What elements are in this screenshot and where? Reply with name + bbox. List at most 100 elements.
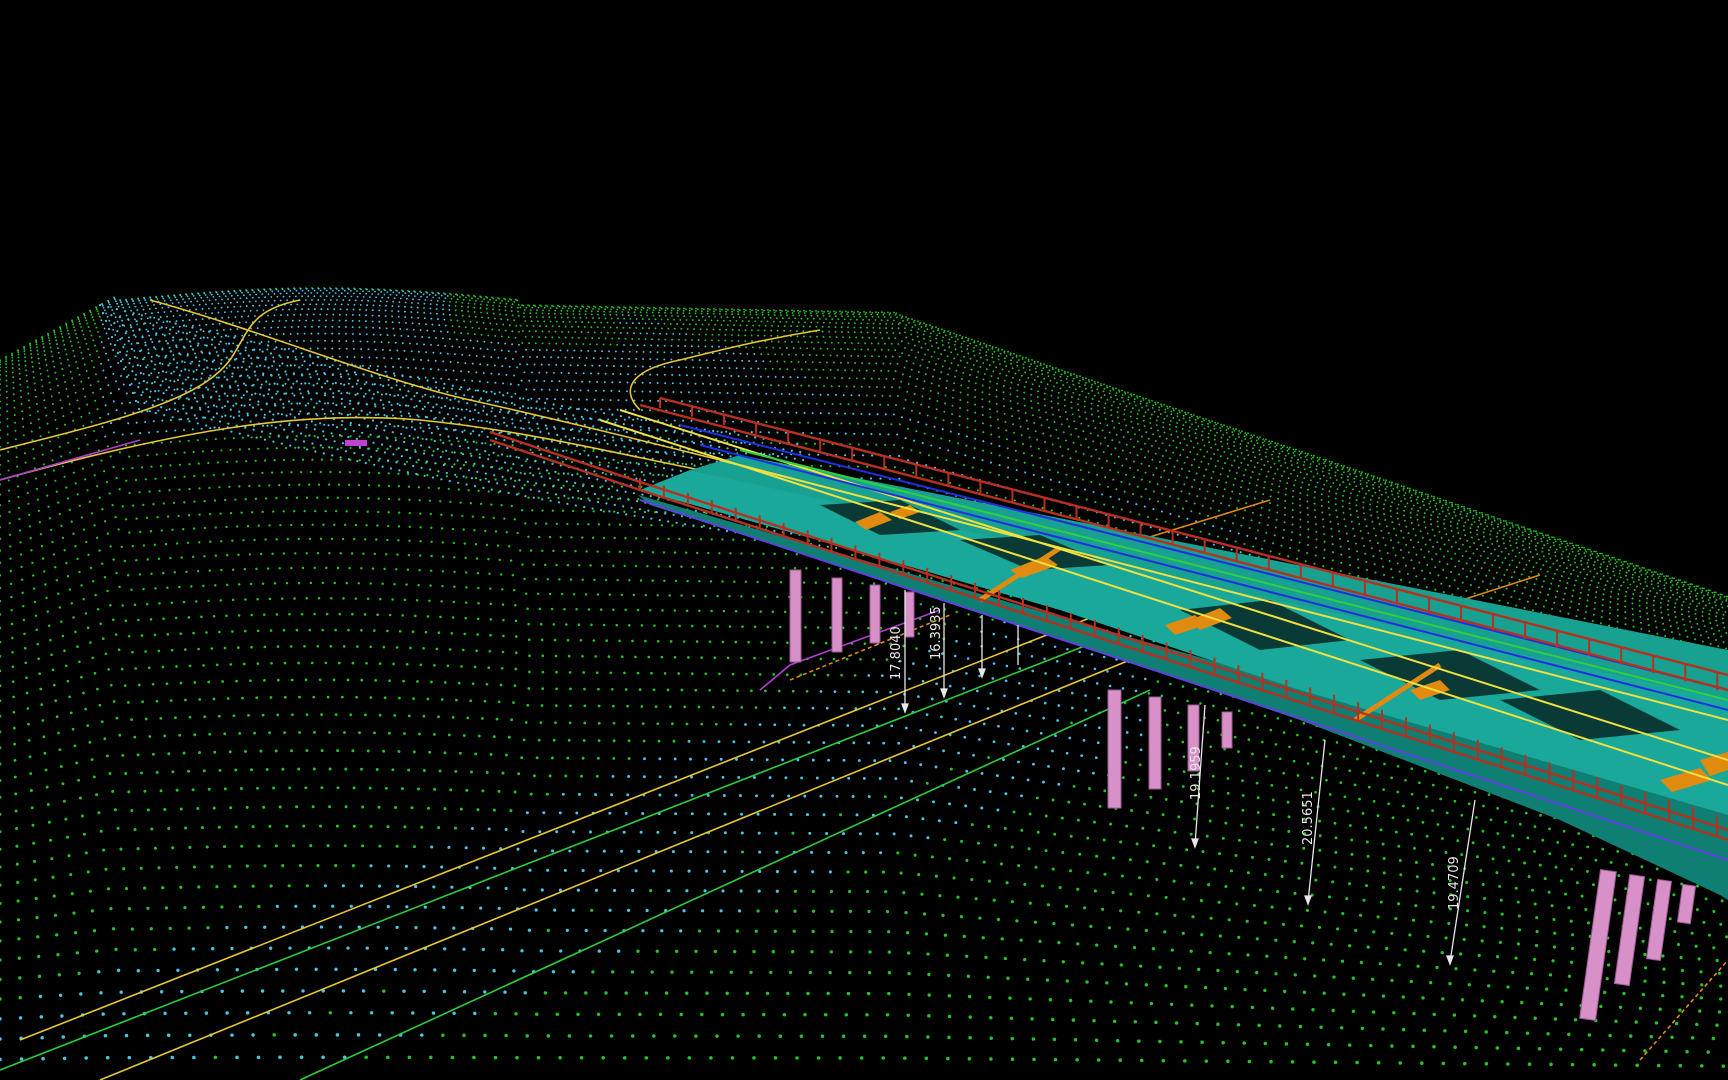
survey-point (1079, 468, 1082, 472)
survey-point (719, 308, 721, 310)
survey-point (1509, 544, 1512, 547)
survey-point (1449, 520, 1452, 523)
survey-point (529, 309, 532, 312)
survey-point (1386, 552, 1389, 555)
survey-point (1585, 605, 1588, 608)
survey-point (504, 305, 507, 308)
survey-point (804, 376, 807, 379)
survey-point (1297, 458, 1300, 461)
survey-point (1384, 488, 1387, 491)
survey-point (1046, 418, 1049, 421)
survey-point (782, 421, 785, 424)
survey-point (1152, 474, 1155, 476)
survey-point (889, 362, 892, 365)
survey-point (1104, 402, 1107, 405)
survey-point (673, 318, 675, 321)
survey-point (1369, 498, 1372, 501)
survey-point (1140, 495, 1143, 498)
survey-point (18, 517, 21, 521)
survey-point (1240, 486, 1242, 489)
survey-point (750, 334, 753, 337)
survey-point (358, 435, 361, 438)
survey-point (1343, 490, 1346, 493)
survey-point (1070, 374, 1072, 377)
survey-point (1209, 429, 1212, 432)
survey-point (890, 423, 893, 426)
survey-point (1539, 532, 1541, 535)
survey-point (1378, 489, 1381, 492)
survey-point (1483, 527, 1486, 530)
survey-point (1340, 476, 1343, 479)
survey-point (158, 489, 161, 493)
survey-point (1429, 571, 1432, 575)
survey-point (1521, 526, 1523, 528)
survey-point (927, 348, 930, 351)
survey-point (1342, 511, 1345, 514)
survey-point (1460, 505, 1463, 508)
survey-point (5, 370, 8, 373)
survey-point (1404, 492, 1407, 494)
survey-point (990, 451, 993, 455)
survey-point (453, 463, 456, 466)
survey-point (1635, 564, 1638, 567)
survey-point (603, 326, 606, 329)
survey-point (524, 320, 527, 322)
survey-point (451, 325, 454, 328)
survey-point (558, 325, 561, 328)
survey-point (995, 395, 998, 398)
survey-point (51, 355, 54, 358)
survey-point (1135, 503, 1138, 506)
survey-point (788, 393, 791, 396)
survey-point (1051, 368, 1054, 371)
survey-point (1489, 537, 1492, 540)
survey-point (826, 376, 829, 379)
3d-viewport[interactable]: 17.8040 16.3935 19.1959 20.5651 19.4709 (0, 0, 1728, 1080)
survey-point (600, 331, 603, 334)
survey-point (1583, 552, 1586, 555)
survey-point (1355, 469, 1357, 471)
survey-point (1090, 407, 1093, 410)
survey-point (1036, 375, 1039, 378)
survey-point (828, 312, 830, 315)
survey-point (1089, 432, 1092, 435)
survey-point (822, 442, 825, 445)
survey-point (948, 346, 951, 349)
survey-point (1562, 561, 1565, 564)
survey-point (917, 320, 919, 322)
survey-point (1545, 534, 1547, 537)
survey-point (1524, 537, 1527, 540)
survey-point (1529, 530, 1532, 533)
survey-point (1221, 546, 1224, 549)
survey-point (1057, 437, 1060, 440)
survey-point (1310, 454, 1313, 457)
survey-point (1156, 483, 1159, 486)
survey-point (1427, 550, 1430, 553)
survey-point (998, 464, 1001, 467)
survey-point (193, 500, 196, 503)
survey-point (257, 447, 260, 450)
survey-point (1482, 535, 1485, 538)
survey-point (1309, 463, 1312, 465)
survey-point (1414, 493, 1417, 495)
survey-point (1694, 612, 1697, 615)
survey-point (1093, 394, 1096, 397)
survey-point (1157, 415, 1160, 418)
survey-point (879, 403, 882, 406)
survey-point (1238, 492, 1241, 495)
survey-point (958, 423, 961, 427)
survey-point (1090, 402, 1093, 405)
survey-point (634, 308, 637, 311)
survey-point (567, 330, 570, 333)
survey-point (1512, 526, 1515, 528)
survey-point (445, 475, 449, 478)
survey-point (1425, 586, 1428, 589)
survey-point (595, 343, 598, 346)
survey-point (1121, 464, 1124, 467)
survey-point (28, 406, 31, 409)
survey-point (65, 324, 68, 327)
survey-point (843, 354, 846, 357)
survey-point (1005, 354, 1008, 357)
survey-point (1671, 577, 1674, 580)
survey-point (907, 383, 910, 385)
survey-point (881, 337, 884, 339)
